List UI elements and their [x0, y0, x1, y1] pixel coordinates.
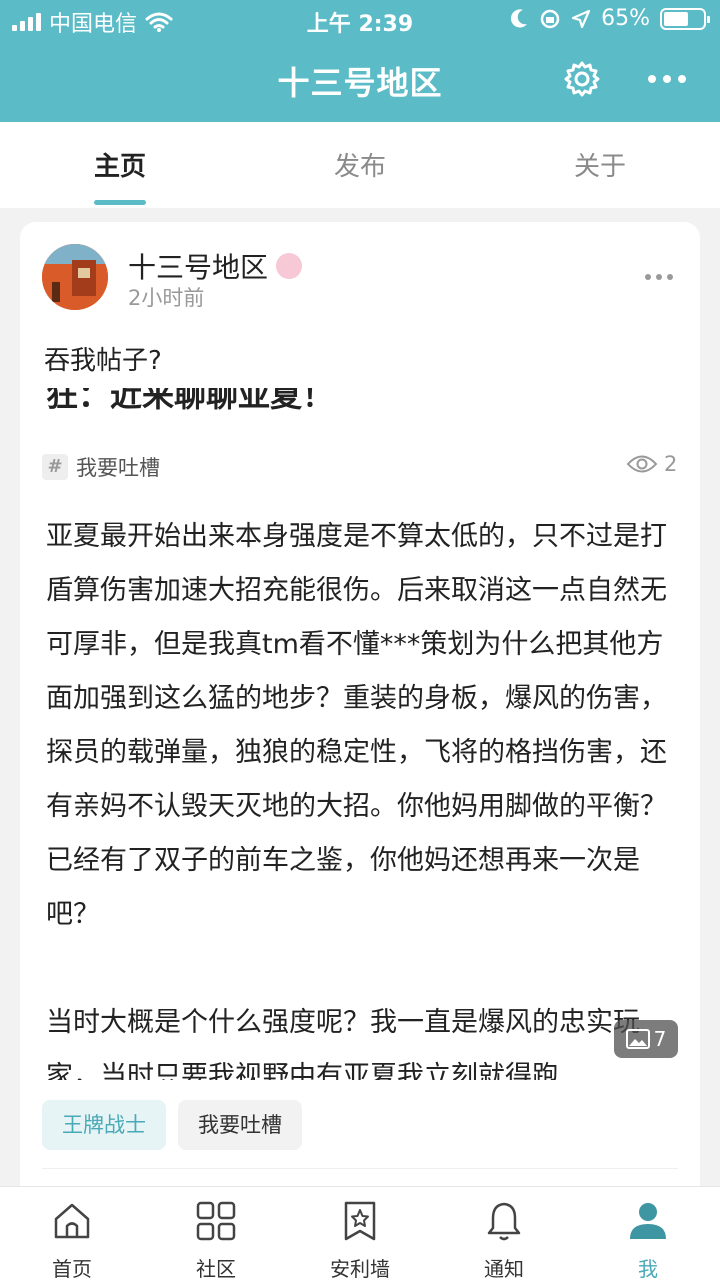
tab-bar: 主页 发布 关于	[0, 122, 720, 208]
avatar[interactable]	[42, 244, 108, 310]
nav-recommend-wall[interactable]: 安利墙	[288, 1187, 432, 1281]
grid-icon	[196, 1201, 236, 1241]
bell-icon	[487, 1202, 521, 1241]
divider	[42, 1168, 678, 1169]
rotation-lock-icon	[540, 9, 560, 28]
nav-home[interactable]: 首页	[0, 1187, 144, 1281]
tab-about[interactable]: 关于	[520, 146, 680, 183]
eye-icon	[626, 455, 658, 473]
home-icon	[54, 1203, 90, 1239]
post-time: 2小时前	[128, 286, 205, 310]
tag-game[interactable]: 王牌战士	[42, 1100, 166, 1150]
page-title: 十三号地区	[277, 64, 443, 102]
topic-link[interactable]: # 我要吐槽	[42, 452, 160, 482]
location-icon	[571, 9, 591, 28]
tag-rant[interactable]: 我要吐槽	[178, 1100, 302, 1150]
image-count-badge[interactable]: 7	[614, 1020, 678, 1058]
post-more-icon[interactable]	[644, 272, 674, 282]
tab-indicator	[94, 200, 146, 205]
post-title: 吞我帖子?	[44, 346, 162, 376]
app-header: 中国电信 上午 2:39 65% 十三号地区	[0, 0, 720, 122]
user-icon	[630, 1203, 666, 1239]
battery-icon	[660, 7, 710, 30]
image-icon	[625, 1029, 650, 1049]
post-subtitle-clipped: 狂：近来聊聊亚夏！	[46, 388, 335, 414]
post-card[interactable]: 十三号地区 2小时前 吞我帖子? 狂：近来聊聊亚夏！ # 我要吐槽 2 亚夏最开…	[20, 222, 700, 1212]
nav-community[interactable]: 社区	[144, 1187, 288, 1281]
author-name[interactable]: 十三号地区	[128, 246, 303, 286]
more-horizontal-icon[interactable]	[646, 64, 688, 94]
nav-me[interactable]: 我	[576, 1187, 720, 1281]
moon-icon	[511, 8, 528, 27]
gear-icon[interactable]	[563, 60, 601, 98]
hashtag-icon: #	[42, 454, 68, 480]
post-body: 亚夏最开始出来本身强度是不算太低的，只不过是打盾算伤害加速大招充能很伤。后来取消…	[46, 521, 667, 1080]
bottom-nav: 首页 社区 安利墙 通知 我	[0, 1186, 720, 1281]
view-count: 2	[626, 452, 677, 476]
user-badge-icon	[276, 253, 303, 279]
battery-percent: 65%	[601, 6, 650, 31]
tab-home[interactable]: 主页	[40, 146, 200, 183]
bookmark-star-icon	[344, 1201, 376, 1241]
status-bar: 中国电信 上午 2:39 65%	[0, 0, 720, 40]
post-tags: 王牌战士 我要吐槽	[42, 1100, 302, 1150]
nav-notifications[interactable]: 通知	[432, 1187, 576, 1281]
topic-label: 我要吐槽	[76, 456, 160, 480]
tab-publish[interactable]: 发布	[280, 146, 440, 183]
